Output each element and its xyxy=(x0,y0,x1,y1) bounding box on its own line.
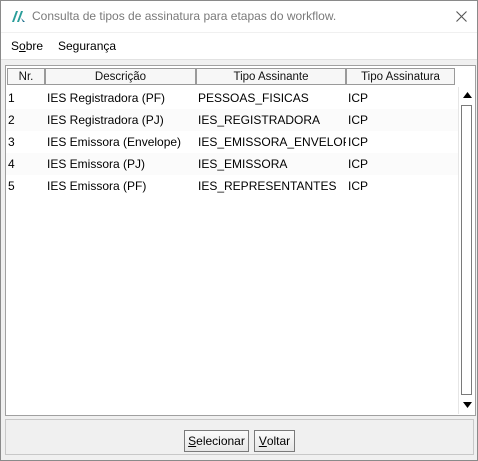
close-button[interactable] xyxy=(447,3,475,29)
window-title: Consulta de tipos de assinatura para eta… xyxy=(32,9,337,23)
column-header-tipo-assinante[interactable]: Tipo Assinante xyxy=(196,68,346,85)
column-header-tipo-assinatura[interactable]: Tipo Assinatura xyxy=(346,68,455,85)
vertical-scrollbar[interactable] xyxy=(458,87,475,414)
app-logo-icon xyxy=(12,11,25,22)
table-row[interactable]: 2 IES Registradora (PJ) IES_REGISTRADORA… xyxy=(6,109,459,131)
cell-tipo-assinatura: ICP xyxy=(348,157,369,171)
scroll-up-button[interactable] xyxy=(459,87,475,103)
cell-nr: 3 xyxy=(8,135,15,149)
dialog-window: Consulta de tipos de assinatura para eta… xyxy=(0,0,478,461)
cell-tipo-assinante: PESSOAS_FISICAS xyxy=(198,91,309,105)
cell-descricao: IES Registradora (PF) xyxy=(47,91,166,105)
table-row[interactable]: 4 IES Emissora (PJ) IES_EMISSORA ICP xyxy=(6,153,459,175)
cell-nr: 2 xyxy=(8,113,15,127)
selecionar-button[interactable]: Selecionar xyxy=(184,430,249,452)
cell-tipo-assinatura: ICP xyxy=(348,135,369,149)
table-row[interactable]: 3 IES Emissora (Envelope) IES_EMISSORA_E… xyxy=(6,131,459,153)
close-icon xyxy=(455,10,467,22)
scroll-up-arrow-icon xyxy=(462,92,472,98)
table-row[interactable]: 1 IES Registradora (PF) PESSOAS_FISICAS … xyxy=(6,87,459,109)
cell-tipo-assinatura: ICP xyxy=(348,113,369,127)
cell-descricao: IES Registradora (PJ) xyxy=(47,113,164,127)
cell-tipo-assinante: IES_EMISSORA xyxy=(198,157,288,171)
cell-descricao: IES Emissora (PF) xyxy=(47,179,147,193)
table-row[interactable]: 5 IES Emissora (PF) IES_REPRESENTANTES I… xyxy=(6,175,459,197)
cell-tipo-assinante: IES_REPRESENTANTES xyxy=(198,179,337,193)
cell-nr: 5 xyxy=(8,179,15,193)
menu-sobre[interactable]: Sobre xyxy=(11,39,43,53)
menu-seguranca[interactable]: Segurança xyxy=(58,39,116,53)
cell-nr: 4 xyxy=(8,157,15,171)
column-header-descricao[interactable]: Descrição xyxy=(45,68,196,85)
scroll-thumb[interactable] xyxy=(461,105,472,395)
grid-header: Nr. Descrição Tipo Assinante Tipo Assina… xyxy=(6,66,459,87)
scroll-down-button[interactable] xyxy=(459,397,475,413)
grid-rows: 1 IES Registradora (PF) PESSOAS_FISICAS … xyxy=(6,87,459,197)
menu-bar: Sobre Segurança xyxy=(1,33,477,60)
button-panel: Selecionar Voltar xyxy=(5,419,474,455)
title-bar[interactable]: Consulta de tipos de assinatura para eta… xyxy=(1,1,477,32)
cell-tipo-assinante: IES_EMISSORA_ENVELOPE xyxy=(198,135,346,149)
column-header-nr[interactable]: Nr. xyxy=(7,68,45,85)
cell-tipo-assinante: IES_REGISTRADORA xyxy=(198,113,321,127)
scroll-down-arrow-icon xyxy=(462,402,472,408)
cell-descricao: IES Emissora (Envelope) xyxy=(47,135,182,149)
cell-tipo-assinatura: ICP xyxy=(348,179,369,193)
voltar-button[interactable]: Voltar xyxy=(254,430,295,452)
signature-types-grid[interactable]: Nr. Descrição Tipo Assinante Tipo Assina… xyxy=(5,65,476,416)
cell-tipo-assinatura: ICP xyxy=(348,91,369,105)
cell-nr: 1 xyxy=(8,91,15,105)
cell-descricao: IES Emissora (PJ) xyxy=(47,157,146,171)
